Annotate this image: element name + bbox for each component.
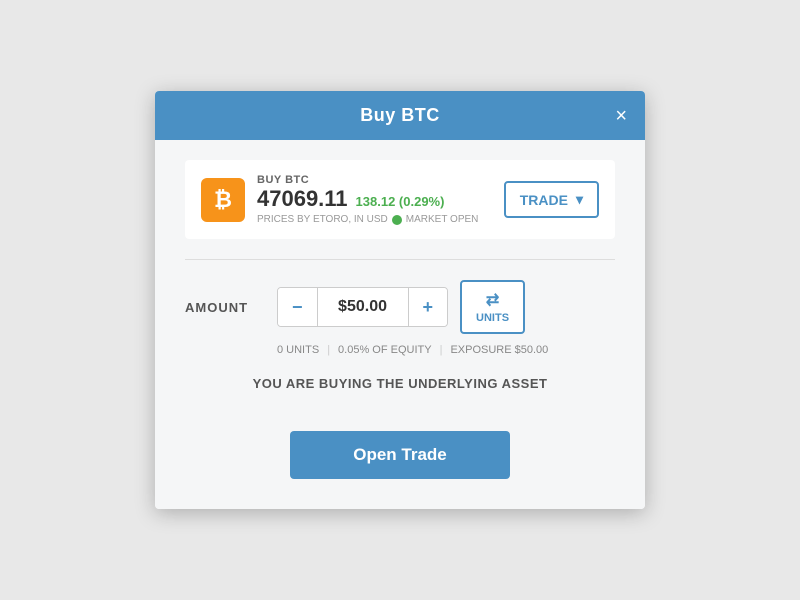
amount-minus-button[interactable]: − (278, 288, 318, 326)
asset-info: ₿ BUY BTC 47069.11 138.12 (0.29%) PRICES… (201, 174, 478, 225)
modal-overlay: Buy BTC × ₿ BUY BTC 47069.11 138.12 (0.2… (0, 0, 800, 600)
modal-title: Buy BTC (360, 105, 440, 126)
asset-price: 47069.11 (257, 186, 348, 212)
asset-source: PRICES BY ETORO, IN USD MARKET OPEN (257, 214, 478, 225)
amount-row: AMOUNT − $50.00 + ⇄ UNITS (185, 280, 615, 334)
amount-value: $50.00 (318, 288, 408, 326)
exposure-info: EXPOSURE $50.00 (450, 344, 548, 356)
asset-row: ₿ BUY BTC 47069.11 138.12 (0.29%) PRICES… (185, 160, 615, 239)
buy-btc-modal: Buy BTC × ₿ BUY BTC 47069.11 138.12 (0.2… (155, 91, 645, 509)
trade-dropdown-chevron: ▾ (576, 191, 583, 208)
units-arrows-icon: ⇄ (486, 290, 499, 310)
units-toggle-button[interactable]: ⇄ UNITS (460, 280, 525, 334)
price-change-row: 47069.11 138.12 (0.29%) (257, 186, 478, 212)
asset-change: 138.12 (0.29%) (356, 194, 445, 209)
amount-controls: − $50.00 + (277, 287, 448, 327)
divider (185, 259, 615, 260)
trade-dropdown-label: TRADE (520, 192, 568, 208)
units-label: UNITS (476, 312, 509, 324)
equity-info: 0.05% OF EQUITY (338, 344, 432, 356)
close-button[interactable]: × (615, 106, 627, 126)
amount-label: AMOUNT (185, 300, 265, 315)
market-open-icon (392, 215, 402, 225)
open-trade-button[interactable]: Open Trade (290, 431, 510, 479)
info-row: 0 UNITS | 0.05% OF EQUITY | EXPOSURE $50… (185, 344, 615, 356)
asset-details: BUY BTC 47069.11 138.12 (0.29%) PRICES B… (257, 174, 478, 225)
btc-icon: ₿ (201, 178, 245, 222)
units-info: 0 UNITS (277, 344, 319, 356)
modal-header: Buy BTC × (155, 91, 645, 140)
trade-dropdown[interactable]: TRADE ▾ (504, 181, 599, 218)
amount-plus-button[interactable]: + (408, 288, 448, 326)
modal-body: ₿ BUY BTC 47069.11 138.12 (0.29%) PRICES… (155, 140, 645, 509)
underlying-message: YOU ARE BUYING THE UNDERLYING ASSET (185, 376, 615, 391)
asset-buy-label: BUY BTC (257, 174, 478, 186)
